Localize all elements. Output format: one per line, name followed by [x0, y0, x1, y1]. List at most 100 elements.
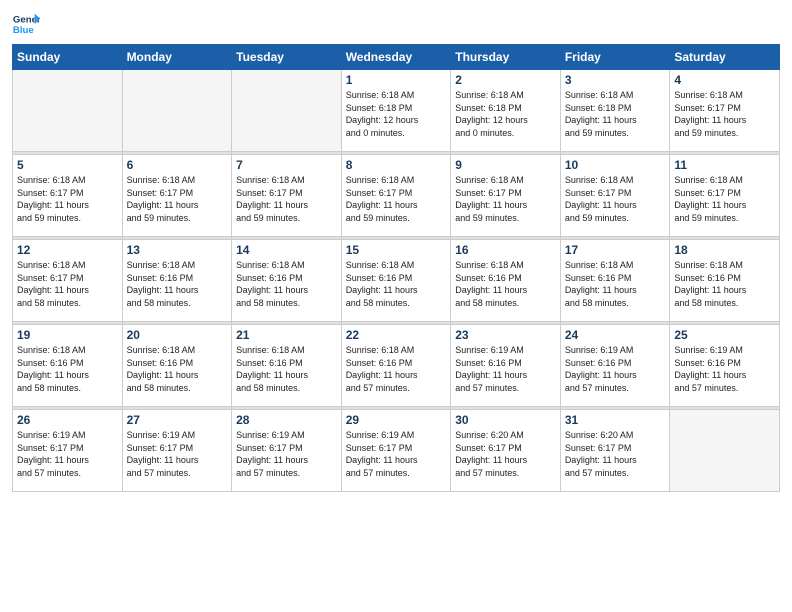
day-number: 14 — [236, 243, 337, 257]
day-detail: Sunrise: 6:19 AM Sunset: 6:17 PM Dayligh… — [236, 429, 337, 479]
calendar-day-cell: 7 Sunrise: 6:18 AM Sunset: 6:17 PM Daylig… — [232, 155, 342, 237]
day-detail: Sunrise: 6:18 AM Sunset: 6:17 PM Dayligh… — [346, 174, 447, 224]
day-number: 18 — [674, 243, 775, 257]
calendar-day-cell: 31Sunrise: 6:20 AM Sunset: 6:17 PM Dayli… — [560, 410, 670, 492]
calendar-day-cell: 19 Sunrise: 6:18 AM Sunset: 6:16 PM Dayli… — [13, 325, 123, 407]
day-detail: Sunrise: 6:18 AM Sunset: 6:16 PM Dayligh… — [565, 259, 666, 309]
day-number: 20 — [127, 328, 228, 342]
calendar-day-cell: 13 Sunrise: 6:18 AM Sunset: 6:16 PM Dayli… — [122, 240, 232, 322]
calendar-day-cell: 1Sunrise: 6:18 AM Sunset: 6:18 PM Daylig… — [341, 70, 451, 152]
day-number: 10 — [565, 158, 666, 172]
day-detail: Sunrise: 6:18 AM Sunset: 6:18 PM Dayligh… — [565, 89, 666, 139]
calendar-day-cell: 21 Sunrise: 6:18 AM Sunset: 6:16 PM Dayli… — [232, 325, 342, 407]
calendar-day-cell: 24Sunrise: 6:19 AM Sunset: 6:16 PM Dayli… — [560, 325, 670, 407]
calendar-day-cell: 16Sunrise: 6:18 AM Sunset: 6:16 PM Dayli… — [451, 240, 561, 322]
calendar-header-tuesday: Tuesday — [232, 45, 342, 70]
day-number: 23 — [455, 328, 556, 342]
day-detail: Sunrise: 6:20 AM Sunset: 6:17 PM Dayligh… — [455, 429, 556, 479]
calendar-day-cell: 11 Sunrise: 6:18 AM Sunset: 6:17 PM Dayli… — [670, 155, 780, 237]
calendar-header-friday: Friday — [560, 45, 670, 70]
day-number: 13 — [127, 243, 228, 257]
day-number: 9 — [455, 158, 556, 172]
day-number: 12 — [17, 243, 118, 257]
day-detail: Sunrise: 6:19 AM Sunset: 6:17 PM Dayligh… — [17, 429, 118, 479]
calendar-day-cell: 23 Sunrise: 6:19 AM Sunset: 6:16 PM Dayli… — [451, 325, 561, 407]
calendar-day-cell: 22 Sunrise: 6:18 AM Sunset: 6:16 PM Dayli… — [341, 325, 451, 407]
calendar-day-cell: 6 Sunrise: 6:18 AM Sunset: 6:17 PM Daylig… — [122, 155, 232, 237]
calendar-day-cell: 30 Sunrise: 6:20 AM Sunset: 6:17 PM Dayli… — [451, 410, 561, 492]
day-detail: Sunrise: 6:18 AM Sunset: 6:16 PM Dayligh… — [236, 344, 337, 394]
header: General Blue — [12, 10, 780, 38]
calendar-day-cell: 3 Sunrise: 6:18 AM Sunset: 6:18 PM Daylig… — [560, 70, 670, 152]
day-number: 27 — [127, 413, 228, 427]
day-detail: Sunrise: 6:18 AM Sunset: 6:16 PM Dayligh… — [127, 259, 228, 309]
calendar-day-cell: 18Sunrise: 6:18 AM Sunset: 6:16 PM Dayli… — [670, 240, 780, 322]
calendar-day-cell — [13, 70, 123, 152]
day-number: 3 — [565, 73, 666, 87]
day-detail: Sunrise: 6:18 AM Sunset: 6:16 PM Dayligh… — [17, 344, 118, 394]
day-number: 21 — [236, 328, 337, 342]
day-detail: Sunrise: 6:19 AM Sunset: 6:16 PM Dayligh… — [565, 344, 666, 394]
day-detail: Sunrise: 6:18 AM Sunset: 6:16 PM Dayligh… — [236, 259, 337, 309]
day-detail: Sunrise: 6:18 AM Sunset: 6:17 PM Dayligh… — [17, 174, 118, 224]
day-number: 25 — [674, 328, 775, 342]
calendar-header-row: SundayMondayTuesdayWednesdayThursdayFrid… — [13, 45, 780, 70]
calendar-day-cell: 5Sunrise: 6:18 AM Sunset: 6:17 PM Daylig… — [13, 155, 123, 237]
day-number: 30 — [455, 413, 556, 427]
day-detail: Sunrise: 6:18 AM Sunset: 6:18 PM Dayligh… — [455, 89, 556, 139]
calendar-week-row: 5Sunrise: 6:18 AM Sunset: 6:17 PM Daylig… — [13, 155, 780, 237]
calendar-day-cell — [670, 410, 780, 492]
day-number: 28 — [236, 413, 337, 427]
day-number: 4 — [674, 73, 775, 87]
calendar-day-cell: 9Sunrise: 6:18 AM Sunset: 6:17 PM Daylig… — [451, 155, 561, 237]
logo: General Blue — [12, 10, 40, 38]
day-detail: Sunrise: 6:18 AM Sunset: 6:16 PM Dayligh… — [346, 344, 447, 394]
day-number: 19 — [17, 328, 118, 342]
calendar-header-saturday: Saturday — [670, 45, 780, 70]
calendar-day-cell: 10 Sunrise: 6:18 AM Sunset: 6:17 PM Dayli… — [560, 155, 670, 237]
day-number: 11 — [674, 158, 775, 172]
calendar-day-cell: 4 Sunrise: 6:18 AM Sunset: 6:17 PM Daylig… — [670, 70, 780, 152]
calendar-day-cell: 2Sunrise: 6:18 AM Sunset: 6:18 PM Daylig… — [451, 70, 561, 152]
calendar-week-row: 1 Sunrise: 6:18 AM Sunset: 6:18 PM Daylig… — [13, 70, 780, 152]
day-detail: Sunrise: 6:19 AM Sunset: 6:16 PM Dayligh… — [674, 344, 775, 394]
day-number: 31 — [565, 413, 666, 427]
day-number: 7 — [236, 158, 337, 172]
day-detail: Sunrise: 6:18 AM Sunset: 6:17 PM Dayligh… — [236, 174, 337, 224]
calendar-day-cell: 26Sunrise: 6:19 AM Sunset: 6:17 PM Dayli… — [13, 410, 123, 492]
calendar-day-cell: 17 Sunrise: 6:18 AM Sunset: 6:16 PM Dayli… — [560, 240, 670, 322]
calendar-header-sunday: Sunday — [13, 45, 123, 70]
day-detail: Sunrise: 6:18 AM Sunset: 6:16 PM Dayligh… — [127, 344, 228, 394]
day-detail: Sunrise: 6:18 AM Sunset: 6:17 PM Dayligh… — [17, 259, 118, 309]
day-detail: Sunrise: 6:18 AM Sunset: 6:17 PM Dayligh… — [127, 174, 228, 224]
calendar-day-cell: 14 Sunrise: 6:18 AM Sunset: 6:16 PM Dayli… — [232, 240, 342, 322]
day-detail: Sunrise: 6:18 AM Sunset: 6:16 PM Dayligh… — [346, 259, 447, 309]
day-number: 17 — [565, 243, 666, 257]
day-number: 8 — [346, 158, 447, 172]
calendar-day-cell — [232, 70, 342, 152]
calendar-day-cell: 15Sunrise: 6:18 AM Sunset: 6:16 PM Dayli… — [341, 240, 451, 322]
day-number: 6 — [127, 158, 228, 172]
calendar-table: SundayMondayTuesdayWednesdayThursdayFrid… — [12, 44, 780, 492]
calendar-day-cell: 25 Sunrise: 6:19 AM Sunset: 6:16 PM Dayli… — [670, 325, 780, 407]
calendar-day-cell: 8 Sunrise: 6:18 AM Sunset: 6:17 PM Daylig… — [341, 155, 451, 237]
day-number: 22 — [346, 328, 447, 342]
calendar-day-cell: 20 Sunrise: 6:18 AM Sunset: 6:16 PM Dayli… — [122, 325, 232, 407]
day-number: 1 — [346, 73, 447, 87]
day-detail: Sunrise: 6:19 AM Sunset: 6:17 PM Dayligh… — [127, 429, 228, 479]
calendar-day-cell: 28 Sunrise: 6:19 AM Sunset: 6:17 PM Dayli… — [232, 410, 342, 492]
calendar-day-cell: 12 Sunrise: 6:18 AM Sunset: 6:17 PM Dayli… — [13, 240, 123, 322]
calendar-header-monday: Monday — [122, 45, 232, 70]
page-container: General Blue SundayMondayTuesdayWednesda… — [0, 0, 792, 500]
calendar-day-cell: 27 Sunrise: 6:19 AM Sunset: 6:17 PM Dayli… — [122, 410, 232, 492]
day-detail: Sunrise: 6:19 AM Sunset: 6:16 PM Dayligh… — [455, 344, 556, 394]
calendar-day-cell: 29Sunrise: 6:19 AM Sunset: 6:17 PM Dayli… — [341, 410, 451, 492]
logo-icon: General Blue — [12, 10, 40, 38]
day-detail: Sunrise: 6:18 AM Sunset: 6:17 PM Dayligh… — [674, 89, 775, 139]
day-detail: Sunrise: 6:18 AM Sunset: 6:17 PM Dayligh… — [674, 174, 775, 224]
calendar-header-wednesday: Wednesday — [341, 45, 451, 70]
calendar-week-row: 19 Sunrise: 6:18 AM Sunset: 6:16 PM Dayli… — [13, 325, 780, 407]
calendar-header-thursday: Thursday — [451, 45, 561, 70]
day-number: 29 — [346, 413, 447, 427]
day-detail: Sunrise: 6:18 AM Sunset: 6:17 PM Dayligh… — [565, 174, 666, 224]
